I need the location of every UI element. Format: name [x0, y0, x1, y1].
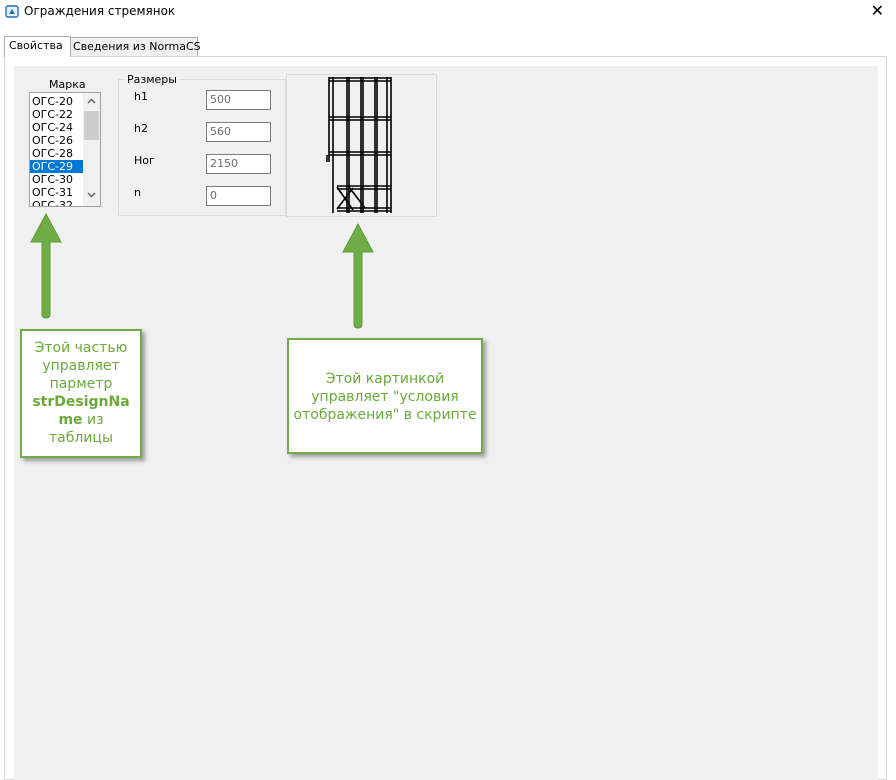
nog-field[interactable]: 2150: [206, 154, 271, 174]
ladder-guard-preview: [286, 74, 437, 217]
marka-list-item[interactable]: ОГС-20: [30, 95, 84, 108]
marka-list-item[interactable]: ОГС-29: [30, 160, 84, 173]
scroll-thumb[interactable]: [84, 111, 99, 140]
ladder-guard-drawing: [326, 77, 392, 213]
callout-text: из: [82, 412, 104, 428]
app-window-icon: [5, 5, 19, 18]
marka-list-item[interactable]: ОГС-24: [30, 121, 84, 134]
callout-line: отображения" в скрипте: [293, 407, 477, 423]
h2-field[interactable]: 560: [206, 122, 271, 142]
callout-line: me из: [22, 411, 140, 429]
callout-line: Этой частью: [34, 340, 128, 356]
callout-line: Этой картинкой: [325, 371, 445, 387]
h1-label: h1: [134, 90, 148, 103]
callout-bold: strDesignNa: [32, 394, 130, 410]
arrow-up-icon: [342, 222, 374, 329]
nog-label: Ног: [134, 154, 155, 167]
n-label: n: [134, 186, 141, 199]
dimensions-title: Размеры: [125, 73, 179, 86]
marka-list-item[interactable]: ОГС-28: [30, 147, 84, 160]
close-button[interactable]: ✕: [871, 1, 884, 20]
title-bar: Ограждения стремянок ✕: [0, 0, 896, 28]
marka-listbox[interactable]: ОГС-20 ОГС-22 ОГС-24 ОГС-26 ОГС-28 ОГС-29 ОГС-…: [29, 92, 101, 207]
marka-list-item[interactable]: ОГС-22: [30, 108, 84, 121]
window-title: Ограждения стремянок: [24, 4, 176, 18]
h2-label: h2: [134, 122, 148, 135]
listbox-scrollbar[interactable]: [83, 93, 100, 206]
callout-display-conditions: Этой картинкой управляет "условия отобра…: [287, 338, 483, 454]
tab-properties[interactable]: Свойства: [4, 36, 71, 57]
h1-field[interactable]: 500: [206, 90, 271, 110]
marka-list-item[interactable]: ОГС-30: [30, 173, 84, 186]
callout-design-name: Этой частью управляет парметр strDesignN…: [20, 329, 142, 458]
callout-line: парметр: [49, 376, 113, 392]
chevron-down-icon[interactable]: [83, 188, 100, 205]
callout-line: таблицы: [49, 430, 113, 446]
marka-list-items: ОГС-20 ОГС-22 ОГС-24 ОГС-26 ОГС-28 ОГС-29 ОГС-…: [30, 95, 84, 206]
n-field[interactable]: 0: [206, 186, 271, 206]
callout-bold: me: [58, 412, 83, 428]
marka-label: Марка: [49, 78, 86, 91]
tab-normacs[interactable]: Сведения из NormaCS: [68, 37, 201, 56]
chevron-up-icon[interactable]: [83, 94, 100, 111]
callout-line: управляет "условия: [311, 389, 459, 405]
marka-list-item[interactable]: ОГС-32: [30, 199, 84, 206]
callout-line: strDesignNa: [22, 393, 140, 411]
marka-list-item[interactable]: ОГС-26: [30, 134, 84, 147]
arrow-up-icon: [30, 212, 62, 319]
marka-list-item[interactable]: ОГС-31: [30, 186, 84, 199]
callout-line: управляет: [42, 358, 120, 374]
